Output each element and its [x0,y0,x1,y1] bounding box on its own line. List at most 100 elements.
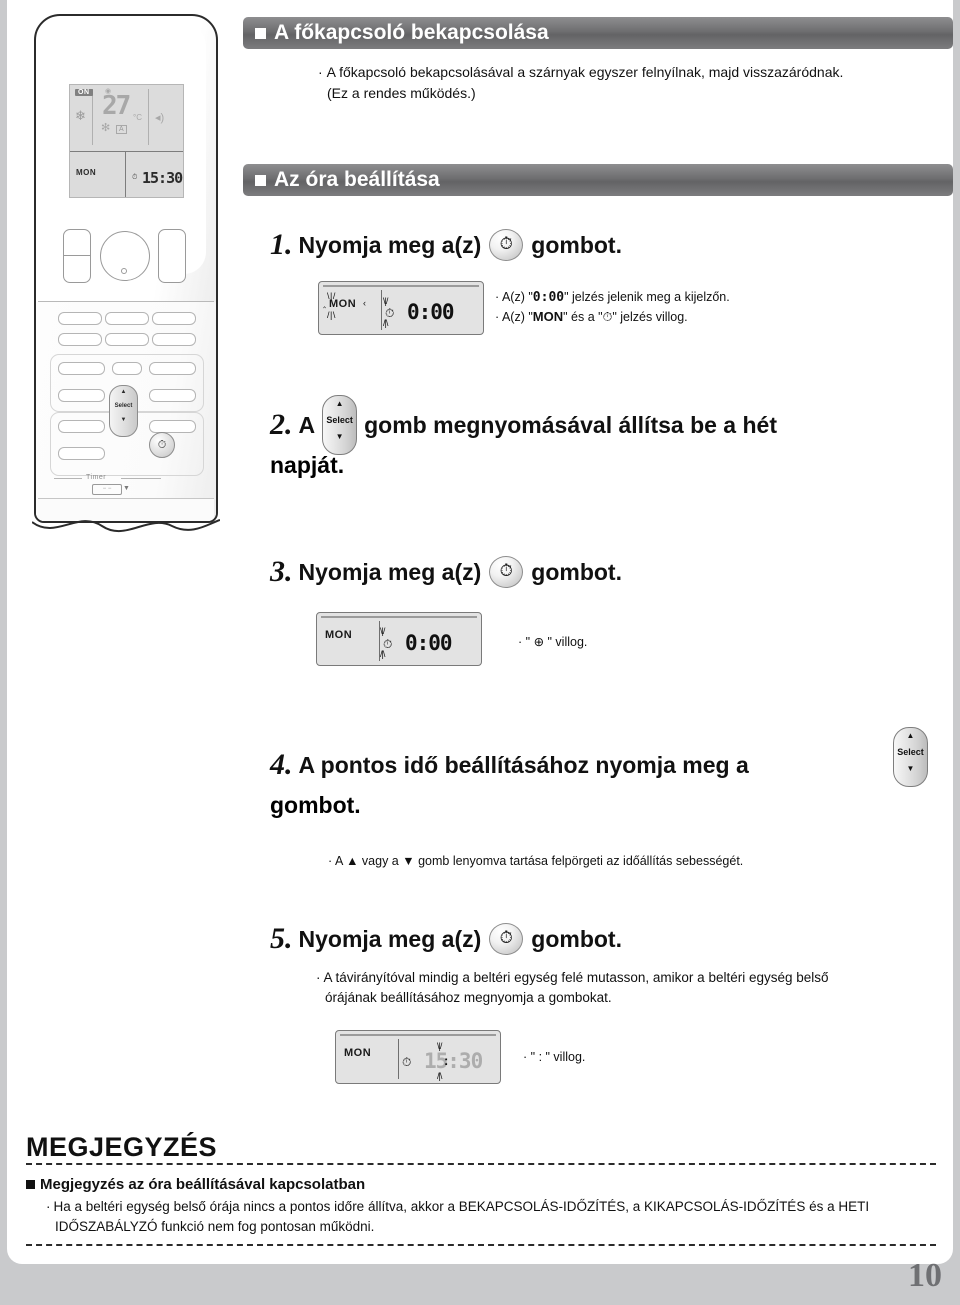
remote-button-r1c3[interactable] [152,312,196,325]
bullet-dot-icon: · [518,635,523,649]
step-4-heading: 4. A pontos idő beállításához nyomja meg… [270,748,749,782]
flash-rays-icon: /|\ [437,1071,442,1081]
step-3-lcd-illustration: MON \|/ ⏱ /|\ 0:00 [316,612,482,666]
flash-rays-icon: \|/ [380,626,385,636]
square-bullet-icon [255,27,266,39]
step-text-after: gombot. [531,558,622,585]
page-number: 10 [908,1257,942,1294]
remote-button-r4c1[interactable] [58,389,105,402]
flash-rays-icon: \|/ [383,296,388,306]
step-text-after: gombot. [531,925,622,952]
remote-button-r5c1[interactable] [58,420,105,433]
step-text: Nyomja meg a(z) [298,558,482,585]
torn-edge-decoration [32,519,220,532]
battery-icon: − − [92,484,122,495]
lcd-colon-flash: : [444,1053,449,1068]
remote-clock-button[interactable]: ⏱ [149,432,175,458]
remote-button-upper-right[interactable] [158,229,186,283]
step-4-line-2: gombot. [270,792,361,818]
remote-button-r1c1[interactable] [58,312,102,325]
section-title-text: A főkapcsoló bekapcsolása [274,21,549,44]
manual-page: ON ❄ ◉ 27 °C ✻ A ◂) MON ⏱ 15:30 ▲ Select… [8,0,953,1263]
swing-icon: ◂) [155,112,165,124]
remote-button-r5c3[interactable] [149,420,196,433]
flash-rays-icon: ‸ [323,298,326,308]
step-text-after: gomb megnyomásával állítsa be a hét [364,411,777,438]
remote-button-r3c3[interactable] [149,362,196,375]
note-section-subtitle: Megjegyzés az óra beállításával kapcsola… [26,1176,365,1193]
remote-select-label: Select [114,403,133,409]
lcd-day-value: MON [325,629,353,641]
bullet-dot-icon: · [46,1199,51,1214]
remote-button-upper-left-bottom[interactable] [63,255,91,283]
lcd-divider-2 [148,89,149,145]
clock-button-icon[interactable]: ⏱ [489,923,524,955]
step-text: Nyomja meg a(z) [298,231,482,258]
remote-button-r3c2[interactable] [112,362,142,375]
timer-rule-left [54,478,82,479]
remote-lcd-display: ON ❄ ◉ 27 °C ✻ A ◂) MON ⏱ 15:30 [69,84,184,198]
chevron-down-icon: ▼ [906,764,915,773]
step-number: 1. [270,228,293,261]
lcd-topbar [323,285,479,287]
chevron-down-icon: ▼ [335,432,344,441]
lcd-divider [398,1039,399,1079]
note-line: · A távirányítóval mindig a beltéri egysé… [316,970,829,985]
bullet-dot-icon: · [495,290,500,304]
clock-button-icon[interactable]: ⏱ [489,229,524,261]
bullet-line: · A(z) "MON" és a "⏱" jelzés villog. [495,308,688,324]
flash-rays-icon: / | \ [327,310,335,320]
chevron-down-icon: ▼ [120,417,127,423]
timer-rule-right [121,478,161,479]
remote-lower-panel: ▲ Select ▼ ⏱ Timer − − ▼ [36,302,216,521]
remote-button-r2c3[interactable] [152,333,196,346]
step-3-bullet: · " ⊕ " villog. [518,633,587,651]
bullet-dot-icon: · [316,970,321,985]
flash-rays-icon: \|/ [437,1041,442,1051]
step-5-lcd-illustration: MON ⏱ 15:30 \|/ /|\ : [335,1030,501,1084]
lcd-topbar [321,616,477,618]
remote-button-r2c1[interactable] [58,333,102,346]
step-number: 2. [270,408,293,441]
note-line: órájának beállításához megnyomja a gombo… [325,990,612,1006]
step-1-heading: 1. Nyomja meg a(z) ⏱ gombot. [270,228,622,262]
lcd-day-label: MON [76,168,97,177]
remote-select-button[interactable]: ▲ Select ▼ [109,385,138,437]
remote-button-r2c2[interactable] [105,333,149,346]
select-button-icon[interactable]: ▲ Select ▼ [893,727,928,787]
lcd-divider [381,290,382,330]
step-1-lcd-illustration: \ | / MON ‸ ‹ / | \ \|/ ⏱ /|\ 0:00 [318,281,484,335]
step-5-heading: 5. Nyomja meg a(z) ⏱ gombot. [270,922,622,956]
lcd-time-value: 15:30 [424,1049,483,1073]
step-2-line-2: napját. [270,452,345,478]
note-line: IDŐSZABÁLYZÓ funkció nem fog pontosan mű… [55,1219,375,1235]
square-bullet-icon [26,1180,35,1189]
bullet-dot-icon: · [328,854,333,868]
note-line: (Ez a rendes működés.) [327,85,476,101]
remote-timer-label: Timer [86,474,107,481]
remote-button-r4c3[interactable] [149,389,196,402]
select-button-icon[interactable]: ▲ Select ▼ [322,395,358,455]
bullet-line: · " : " villog. [523,1050,586,1064]
note-line: · A főkapcsoló bekapcsolásával a szárnyak… [318,64,844,80]
remote-button-r6c1[interactable] [58,447,105,460]
note-section-title: MEGJEGYZÉS [26,1132,218,1162]
snowflake-icon: ❄ [75,108,86,123]
section-header-power-on: A főkapcsoló bekapcsolása [243,17,953,49]
chevron-up-icon: ▲ [335,399,344,408]
lcd-day-value: MON [329,298,357,310]
step-number: 5. [270,922,293,955]
select-button-label: Select [326,415,353,425]
chevron-down-icon: ▼ [123,485,130,492]
remote-power-dial[interactable] [100,231,150,281]
step-number: 3. [270,555,293,588]
clock-button-icon[interactable]: ⏱ [489,556,524,588]
step-1-bullets: · A(z) "0:00" jelzés jelenik meg a kijel… [495,288,730,327]
lcd-temperature: 27 [102,91,131,121]
section-1-notes: · A főkapcsoló bekapcsolásával a szárnyak… [318,62,938,104]
clock-icon: ⏱ [602,309,613,324]
select-button-label: Select [897,747,924,757]
remote-button-r3c1[interactable] [58,362,105,375]
remote-button-upper-left-top[interactable] [63,229,91,257]
remote-button-r1c2[interactable] [105,312,149,325]
